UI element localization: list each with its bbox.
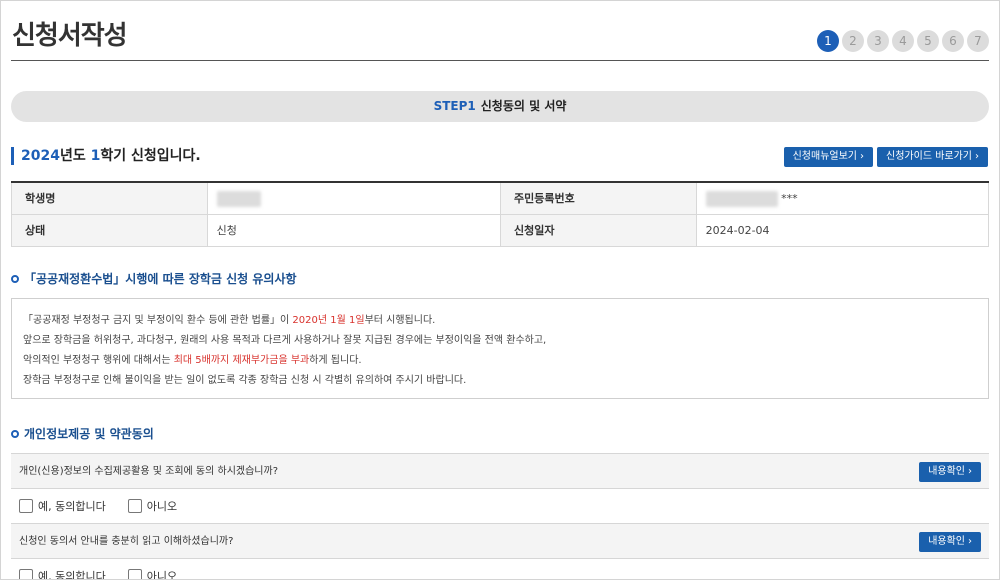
- notice-line-2: 앞으로 장학금을 허위청구, 과다청구, 원래의 사용 목적과 다르게 사용하거…: [23, 335, 547, 346]
- step-2: 2: [842, 30, 864, 52]
- consent-question-2: 신청인 동의서 안내를 충분히 읽고 이해하셨습니까?: [19, 536, 234, 547]
- step-4: 4: [892, 30, 914, 52]
- redacted-rrn: [705, 191, 778, 207]
- step-banner: STEP1 신청동의 및 서약: [11, 91, 989, 122]
- consent-item-1: 개인(신용)정보의 수집제공활용 및 조회에 동의 하시겠습니까? 내용확인 › …: [11, 453, 989, 523]
- semester-year-suffix: 년도: [59, 148, 91, 164]
- consent-answer-row: 예, 동의합니다 아니오: [11, 489, 989, 523]
- semester-term-suffix: 학기 신청입니다.: [100, 148, 201, 164]
- step-label: 신청동의 및 서약: [480, 99, 567, 113]
- consent-heading-text: 개인정보제공 및 약관동의: [24, 427, 154, 441]
- notice-line-4: 장학금 부정청구로 인해 불이익을 받는 일이 없도록 각종 장학금 신청 시 …: [23, 375, 467, 386]
- agree-no-option[interactable]: 아니오: [127, 498, 178, 514]
- notice-line-1-text: 「공공재정 부정청구 금지 및 부정이익 환수 등에 관한 법률」이: [23, 315, 293, 326]
- semester-year: 2024: [21, 148, 60, 164]
- step-5: 5: [917, 30, 939, 52]
- view-content-label: 내용확인: [928, 466, 965, 477]
- agree-yes-label: 예, 동의합니다: [38, 500, 106, 513]
- notice-heading-text: 「공공재정환수법」시행에 따른 장학금 신청 유의사항: [24, 272, 297, 286]
- circle-bullet-icon: [11, 274, 19, 283]
- application-date-value: 2024-02-04: [695, 215, 989, 246]
- consent-heading: 개인정보제공 및 약관동의: [11, 425, 154, 442]
- agree-yes-checkbox[interactable]: [19, 569, 33, 579]
- notice-line-3: 악의적인 부정청구 행위에 대해서는 최대 5배까지 제재부가금을 부과하게 됩…: [23, 351, 977, 371]
- notice-line-3-text: 악의적인 부정청구 행위에 대해서는: [23, 355, 174, 366]
- notice-line-1-end: 부터 시행됩니다.: [364, 315, 436, 326]
- guide-link-button[interactable]: 신청가이드 바로가기 ›: [877, 147, 988, 167]
- semester-term: 1: [90, 148, 101, 164]
- guide-buttons: 신청매뉴얼보기 › 신청가이드 바로가기 ›: [783, 147, 988, 167]
- consent-question-row: 신청인 동의서 안내를 충분히 읽고 이해하셨습니까? 내용확인 ›: [11, 523, 989, 559]
- notice-line-3-end: 하게 됩니다.: [309, 355, 362, 366]
- agree-yes-option[interactable]: 예, 동의합니다: [19, 568, 106, 580]
- guide-button-label: 신청가이드 바로가기: [886, 151, 972, 162]
- status-label: 상태: [11, 215, 207, 246]
- agree-no-label: 아니오: [146, 570, 178, 580]
- chevron-right-icon: ›: [975, 151, 979, 162]
- rrn-value: ***: [695, 183, 989, 214]
- notice-heading: 「공공재정환수법」시행에 따른 장학금 신청 유의사항: [11, 270, 297, 287]
- step-indicator: 1 2 3 4 5 6 7: [817, 30, 989, 52]
- redacted-name: [216, 191, 261, 207]
- notice-penalty: 최대 5배까지 제재부가금을 부과: [173, 355, 310, 366]
- step-7: 7: [967, 30, 989, 52]
- table-row: 학생명 주민등록번호 ***: [11, 183, 989, 215]
- rrn-label: 주민등록번호: [500, 183, 696, 214]
- title-divider: [11, 60, 989, 61]
- consent-question-row: 개인(신용)정보의 수집제공활용 및 조회에 동의 하시겠습니까? 내용확인 ›: [11, 453, 989, 489]
- circle-bullet-icon: [11, 429, 19, 438]
- application-form-page: 신청서작성 1 2 3 4 5 6 7 STEP1 신청동의 및 서약 2024년…: [0, 0, 1000, 580]
- consent-question-1: 개인(신용)정보의 수집제공활용 및 조회에 동의 하시겠습니까?: [19, 466, 279, 477]
- table-row: 상태 신청 신청일자 2024-02-04: [11, 215, 989, 247]
- student-name-value: [206, 183, 500, 214]
- consent-answer-row: 예, 동의합니다 아니오: [11, 559, 989, 580]
- step-6: 6: [942, 30, 964, 52]
- view-content-button[interactable]: 내용확인 ›: [919, 532, 981, 552]
- status-value: 신청: [206, 215, 500, 246]
- notice-line-1: 「공공재정 부정청구 금지 및 부정이익 환수 등에 관한 법률」이 2020년…: [23, 311, 977, 331]
- chevron-right-icon: ›: [968, 536, 972, 547]
- application-date-label: 신청일자: [500, 215, 696, 246]
- agree-yes-label: 예, 동의합니다: [38, 570, 106, 580]
- agree-no-option[interactable]: 아니오: [127, 568, 178, 580]
- notice-effective-date: 2020년 1월 1일: [292, 315, 365, 326]
- semester-title: 2024년도 1학기 신청입니다.: [11, 147, 201, 165]
- student-name-label: 학생명: [11, 183, 207, 214]
- agree-no-checkbox[interactable]: [127, 499, 142, 513]
- step-1: 1: [817, 30, 839, 52]
- manual-button-label: 신청매뉴얼보기: [792, 151, 858, 162]
- notice-box: 「공공재정 부정청구 금지 및 부정이익 환수 등에 관한 법률」이 2020년…: [11, 298, 989, 399]
- consent-item-2: 신청인 동의서 안내를 충분히 읽고 이해하셨습니까? 내용확인 › 예, 동의합…: [11, 523, 989, 580]
- chevron-right-icon: ›: [968, 466, 972, 477]
- step-code: STEP1: [433, 99, 476, 113]
- agree-yes-option[interactable]: 예, 동의합니다: [19, 498, 106, 514]
- applicant-info-table: 학생명 주민등록번호 *** 상태 신청 신청일자 2024-02-04: [11, 181, 989, 247]
- rrn-mask: ***: [781, 192, 798, 205]
- view-content-button[interactable]: 내용확인 ›: [919, 462, 981, 482]
- agree-yes-checkbox[interactable]: [19, 499, 33, 513]
- agree-no-checkbox[interactable]: [127, 569, 142, 579]
- agree-no-label: 아니오: [146, 500, 178, 513]
- page-title: 신청서작성: [12, 21, 128, 51]
- step-3: 3: [867, 30, 889, 52]
- view-content-label: 내용확인: [928, 536, 965, 547]
- manual-button[interactable]: 신청매뉴얼보기 ›: [783, 147, 874, 167]
- chevron-right-icon: ›: [860, 151, 865, 162]
